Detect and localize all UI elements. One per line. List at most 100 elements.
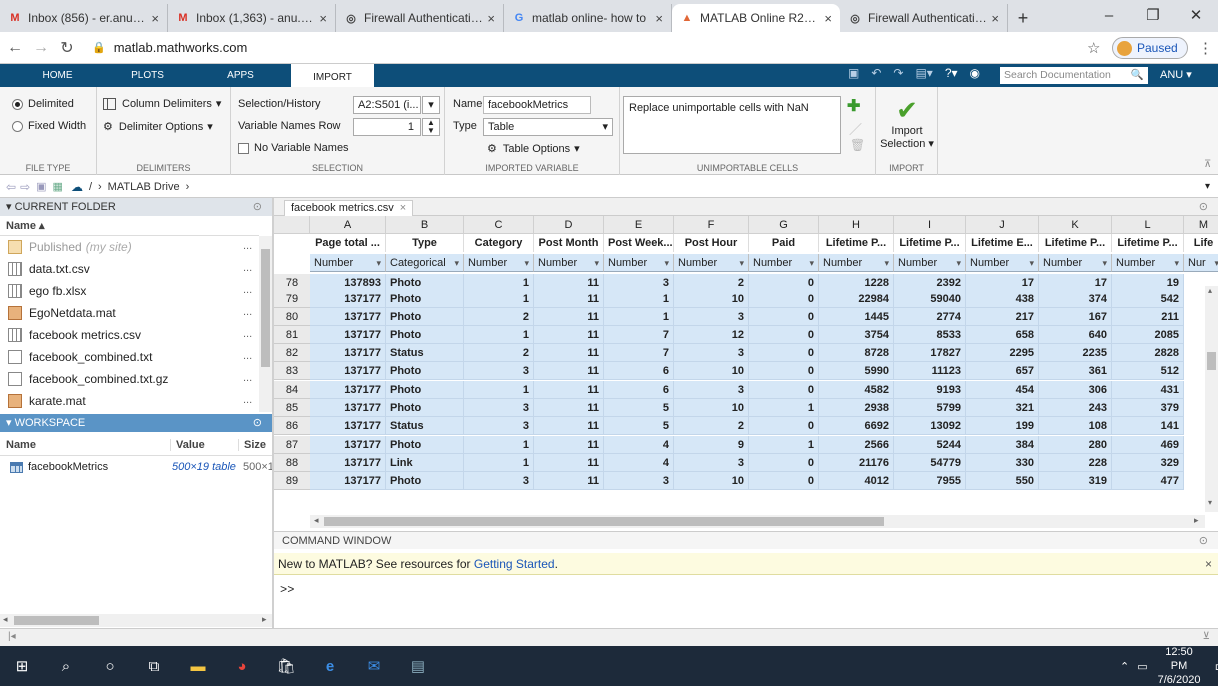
table-cell[interactable]: 22984 <box>819 290 894 308</box>
table-cell[interactable]: 11 <box>534 472 604 490</box>
table-cell[interactable]: 379 <box>1112 399 1184 417</box>
table-cell[interactable]: 550 <box>966 472 1039 490</box>
table-cell[interactable]: 137177 <box>310 472 386 490</box>
variable-name-field[interactable]: facebookMetrics <box>483 96 591 114</box>
getting-started-link[interactable]: Getting Started <box>474 557 555 571</box>
table-cell[interactable]: 11 <box>534 344 604 362</box>
forward-folder-icon[interactable]: ⇨ <box>20 180 30 194</box>
redo-icon[interactable]: ↷ <box>893 66 903 85</box>
scroll-up-icon[interactable]: ▴ <box>1208 286 1212 295</box>
up-folder-icon[interactable]: ▣ <box>36 180 46 193</box>
table-cell[interactable]: 657 <box>966 362 1039 380</box>
browse-folder-icon[interactable]: ▦ <box>53 180 63 193</box>
editor-tab-facebook-metrics[interactable]: facebook metrics.csv × <box>284 200 414 216</box>
save-icon[interactable]: ▣ <box>848 66 859 85</box>
workspace-col-size[interactable]: Size <box>238 439 266 451</box>
table-cell[interactable]: 137177 <box>310 436 386 454</box>
table-cell[interactable]: 6692 <box>819 417 894 435</box>
column-name-header[interactable]: Lifetime P... <box>894 234 966 252</box>
folder-list-item[interactable]: facebook_combined.txt.gz <box>8 368 168 390</box>
windows-start-icon[interactable]: ⊞ <box>0 646 44 686</box>
table-cell[interactable]: 3 <box>464 472 534 490</box>
column-letter-header[interactable]: E <box>604 216 674 234</box>
table-cell[interactable]: 3 <box>464 417 534 435</box>
browser-tab[interactable]: M Inbox (856) - er.anusha × <box>0 4 168 32</box>
fixed-width-radio[interactable]: Fixed Width <box>12 120 86 132</box>
delimited-radio[interactable]: Delimited <box>12 98 74 110</box>
table-cell[interactable]: 3 <box>674 381 749 399</box>
edit-rule-icon[interactable]: ／ <box>849 119 862 138</box>
table-cell[interactable]: 137177 <box>310 381 386 399</box>
table-cell[interactable]: 9193 <box>894 381 966 399</box>
close-window-icon[interactable]: ✕ <box>1174 0 1218 30</box>
close-tab-icon[interactable]: × <box>655 11 663 26</box>
close-banner-icon[interactable]: × <box>1205 553 1212 575</box>
scroll-down-icon[interactable]: ▾ <box>1208 498 1212 507</box>
column-name-header[interactable]: Page total ... <box>310 234 386 252</box>
scroll-left-icon[interactable]: ◂ <box>3 614 8 625</box>
edge-icon[interactable]: e <box>308 646 352 686</box>
column-letter-header[interactable]: C <box>464 216 534 234</box>
table-cell[interactable]: 0 <box>749 290 819 308</box>
item-actions-icon[interactable]: ... <box>243 284 252 296</box>
scroll-right-icon[interactable]: ▸ <box>262 614 267 625</box>
table-cell[interactable]: 8728 <box>819 344 894 362</box>
table-cell[interactable]: 3754 <box>819 326 894 344</box>
table-cell[interactable]: 2295 <box>966 344 1039 362</box>
url-field[interactable]: 🔒 matlab.mathworks.com <box>92 40 247 55</box>
table-cell[interactable]: 21176 <box>819 454 894 472</box>
status-expand-icon[interactable]: ⊻ <box>1203 631 1210 642</box>
table-cell[interactable]: 13092 <box>894 417 966 435</box>
table-cell[interactable]: 0 <box>749 326 819 344</box>
column-letter-header[interactable]: I <box>894 216 966 234</box>
help-icon[interactable]: ?▾ <box>945 66 958 85</box>
column-type-dropdown[interactable]: Nur ▾ <box>1184 254 1218 272</box>
column-name-header[interactable]: Life <box>1184 234 1218 252</box>
table-cell[interactable]: 6 <box>604 362 674 380</box>
table-cell[interactable]: 4 <box>604 436 674 454</box>
browser-tab[interactable]: ▲ MATLAB Online R2020a × <box>672 4 840 32</box>
search-icon[interactable]: 🔍 <box>1131 67 1144 84</box>
table-cell[interactable]: 1 <box>464 290 534 308</box>
column-name-header[interactable]: Lifetime P... <box>1039 234 1112 252</box>
table-cell[interactable]: 5244 <box>894 436 966 454</box>
table-cell[interactable]: 11 <box>534 362 604 380</box>
close-tab-icon[interactable]: × <box>400 202 406 214</box>
table-cell[interactable]: Link <box>386 454 464 472</box>
column-type-dropdown[interactable]: Number ▾ <box>1039 254 1112 272</box>
table-cell[interactable]: 10 <box>674 472 749 490</box>
user-menu[interactable]: ANU ▾ <box>1160 64 1192 87</box>
table-cell[interactable]: 431 <box>1112 381 1184 399</box>
search-icon[interactable]: ⌕ <box>44 646 88 686</box>
unimportable-rule-item[interactable]: Replace unimportable cells with NaN <box>629 102 809 114</box>
column-letter-header[interactable]: M <box>1184 216 1218 234</box>
bookmark-star-icon[interactable]: ☆ <box>1087 39 1100 57</box>
table-cell[interactable]: 6 <box>604 381 674 399</box>
selection-dropdown-button[interactable]: ▾ <box>422 96 440 114</box>
command-window-header[interactable]: COMMAND WINDOW ⊙ <box>274 531 1218 549</box>
column-letter-header[interactable]: D <box>534 216 604 234</box>
minimize-icon[interactable]: – <box>1087 0 1131 30</box>
selection-range-field[interactable]: A2:S501 (i... <box>353 96 421 114</box>
table-cell[interactable]: 1 <box>464 326 534 344</box>
close-tab-icon[interactable]: × <box>824 11 832 26</box>
browser-tab[interactable]: ◎ Firewall Authentication × <box>840 4 1008 32</box>
column-type-dropdown[interactable]: Number ▾ <box>819 254 894 272</box>
folder-list-item[interactable]: data.txt.csv <box>8 258 90 280</box>
column-name-header[interactable]: Lifetime P... <box>1112 234 1184 252</box>
forward-icon[interactable]: → <box>30 39 52 57</box>
column-delimiters-button[interactable]: Column Delimiters ▾ <box>103 97 221 110</box>
table-cell[interactable]: 243 <box>1039 399 1112 417</box>
column-type-dropdown[interactable]: Number ▾ <box>534 254 604 272</box>
pane-options-icon[interactable]: ⊙ <box>253 198 262 216</box>
layout-icon[interactable]: ▤▾ <box>915 66 932 85</box>
table-cell[interactable]: 10 <box>674 399 749 417</box>
table-cell[interactable]: 0 <box>749 362 819 380</box>
add-rule-icon[interactable]: ✚ <box>847 96 860 116</box>
browser-tab[interactable]: Gmatlab online- how to × <box>504 4 672 32</box>
table-cell[interactable]: 454 <box>966 381 1039 399</box>
table-cell[interactable]: 137177 <box>310 399 386 417</box>
table-cell[interactable]: 329 <box>1112 454 1184 472</box>
table-cell[interactable]: 0 <box>749 344 819 362</box>
browser-tab[interactable]: ◎ Firewall Authentication × <box>336 4 504 32</box>
